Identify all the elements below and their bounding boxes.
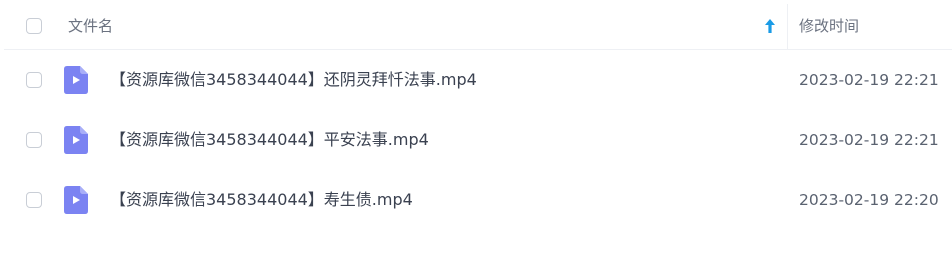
file-name[interactable]: 【资源库微信3458344044】还阴灵拜忏法事.mp4 bbox=[110, 50, 477, 110]
file-name[interactable]: 【资源库微信3458344044】平安法事.mp4 bbox=[110, 110, 429, 170]
row-checkbox[interactable] bbox=[26, 132, 42, 148]
video-file-icon bbox=[64, 186, 88, 214]
video-file-icon bbox=[64, 66, 88, 94]
file-list-table: 文件名 修改时间 【资源库微信3458344044】还阴灵拜忏法事.mp4 20… bbox=[4, 4, 952, 270]
column-header-modified-time[interactable]: 修改时间 bbox=[799, 4, 859, 49]
table-row[interactable]: 【资源库微信3458344044】寿生债.mp4 2023-02-19 22:2… bbox=[4, 170, 952, 230]
select-all-checkbox[interactable] bbox=[26, 18, 42, 34]
row-checkbox[interactable] bbox=[26, 72, 42, 88]
file-name[interactable]: 【资源库微信3458344044】寿生债.mp4 bbox=[110, 170, 413, 230]
table-row[interactable]: 【资源库微信3458344044】还阴灵拜忏法事.mp4 2023-02-19 … bbox=[4, 50, 952, 110]
file-modified-time: 2023-02-19 22:21 bbox=[799, 131, 939, 149]
file-modified-time: 2023-02-19 22:21 bbox=[799, 71, 939, 89]
file-modified-time: 2023-02-19 22:20 bbox=[799, 191, 939, 209]
table-header: 文件名 修改时间 bbox=[4, 4, 952, 50]
column-divider[interactable] bbox=[787, 4, 788, 49]
arrow-up-icon[interactable] bbox=[763, 17, 777, 35]
column-header-filename[interactable]: 文件名 bbox=[68, 4, 113, 49]
table-row[interactable]: 【资源库微信3458344044】平安法事.mp4 2023-02-19 22:… bbox=[4, 110, 952, 170]
row-checkbox[interactable] bbox=[26, 192, 42, 208]
video-file-icon bbox=[64, 126, 88, 154]
